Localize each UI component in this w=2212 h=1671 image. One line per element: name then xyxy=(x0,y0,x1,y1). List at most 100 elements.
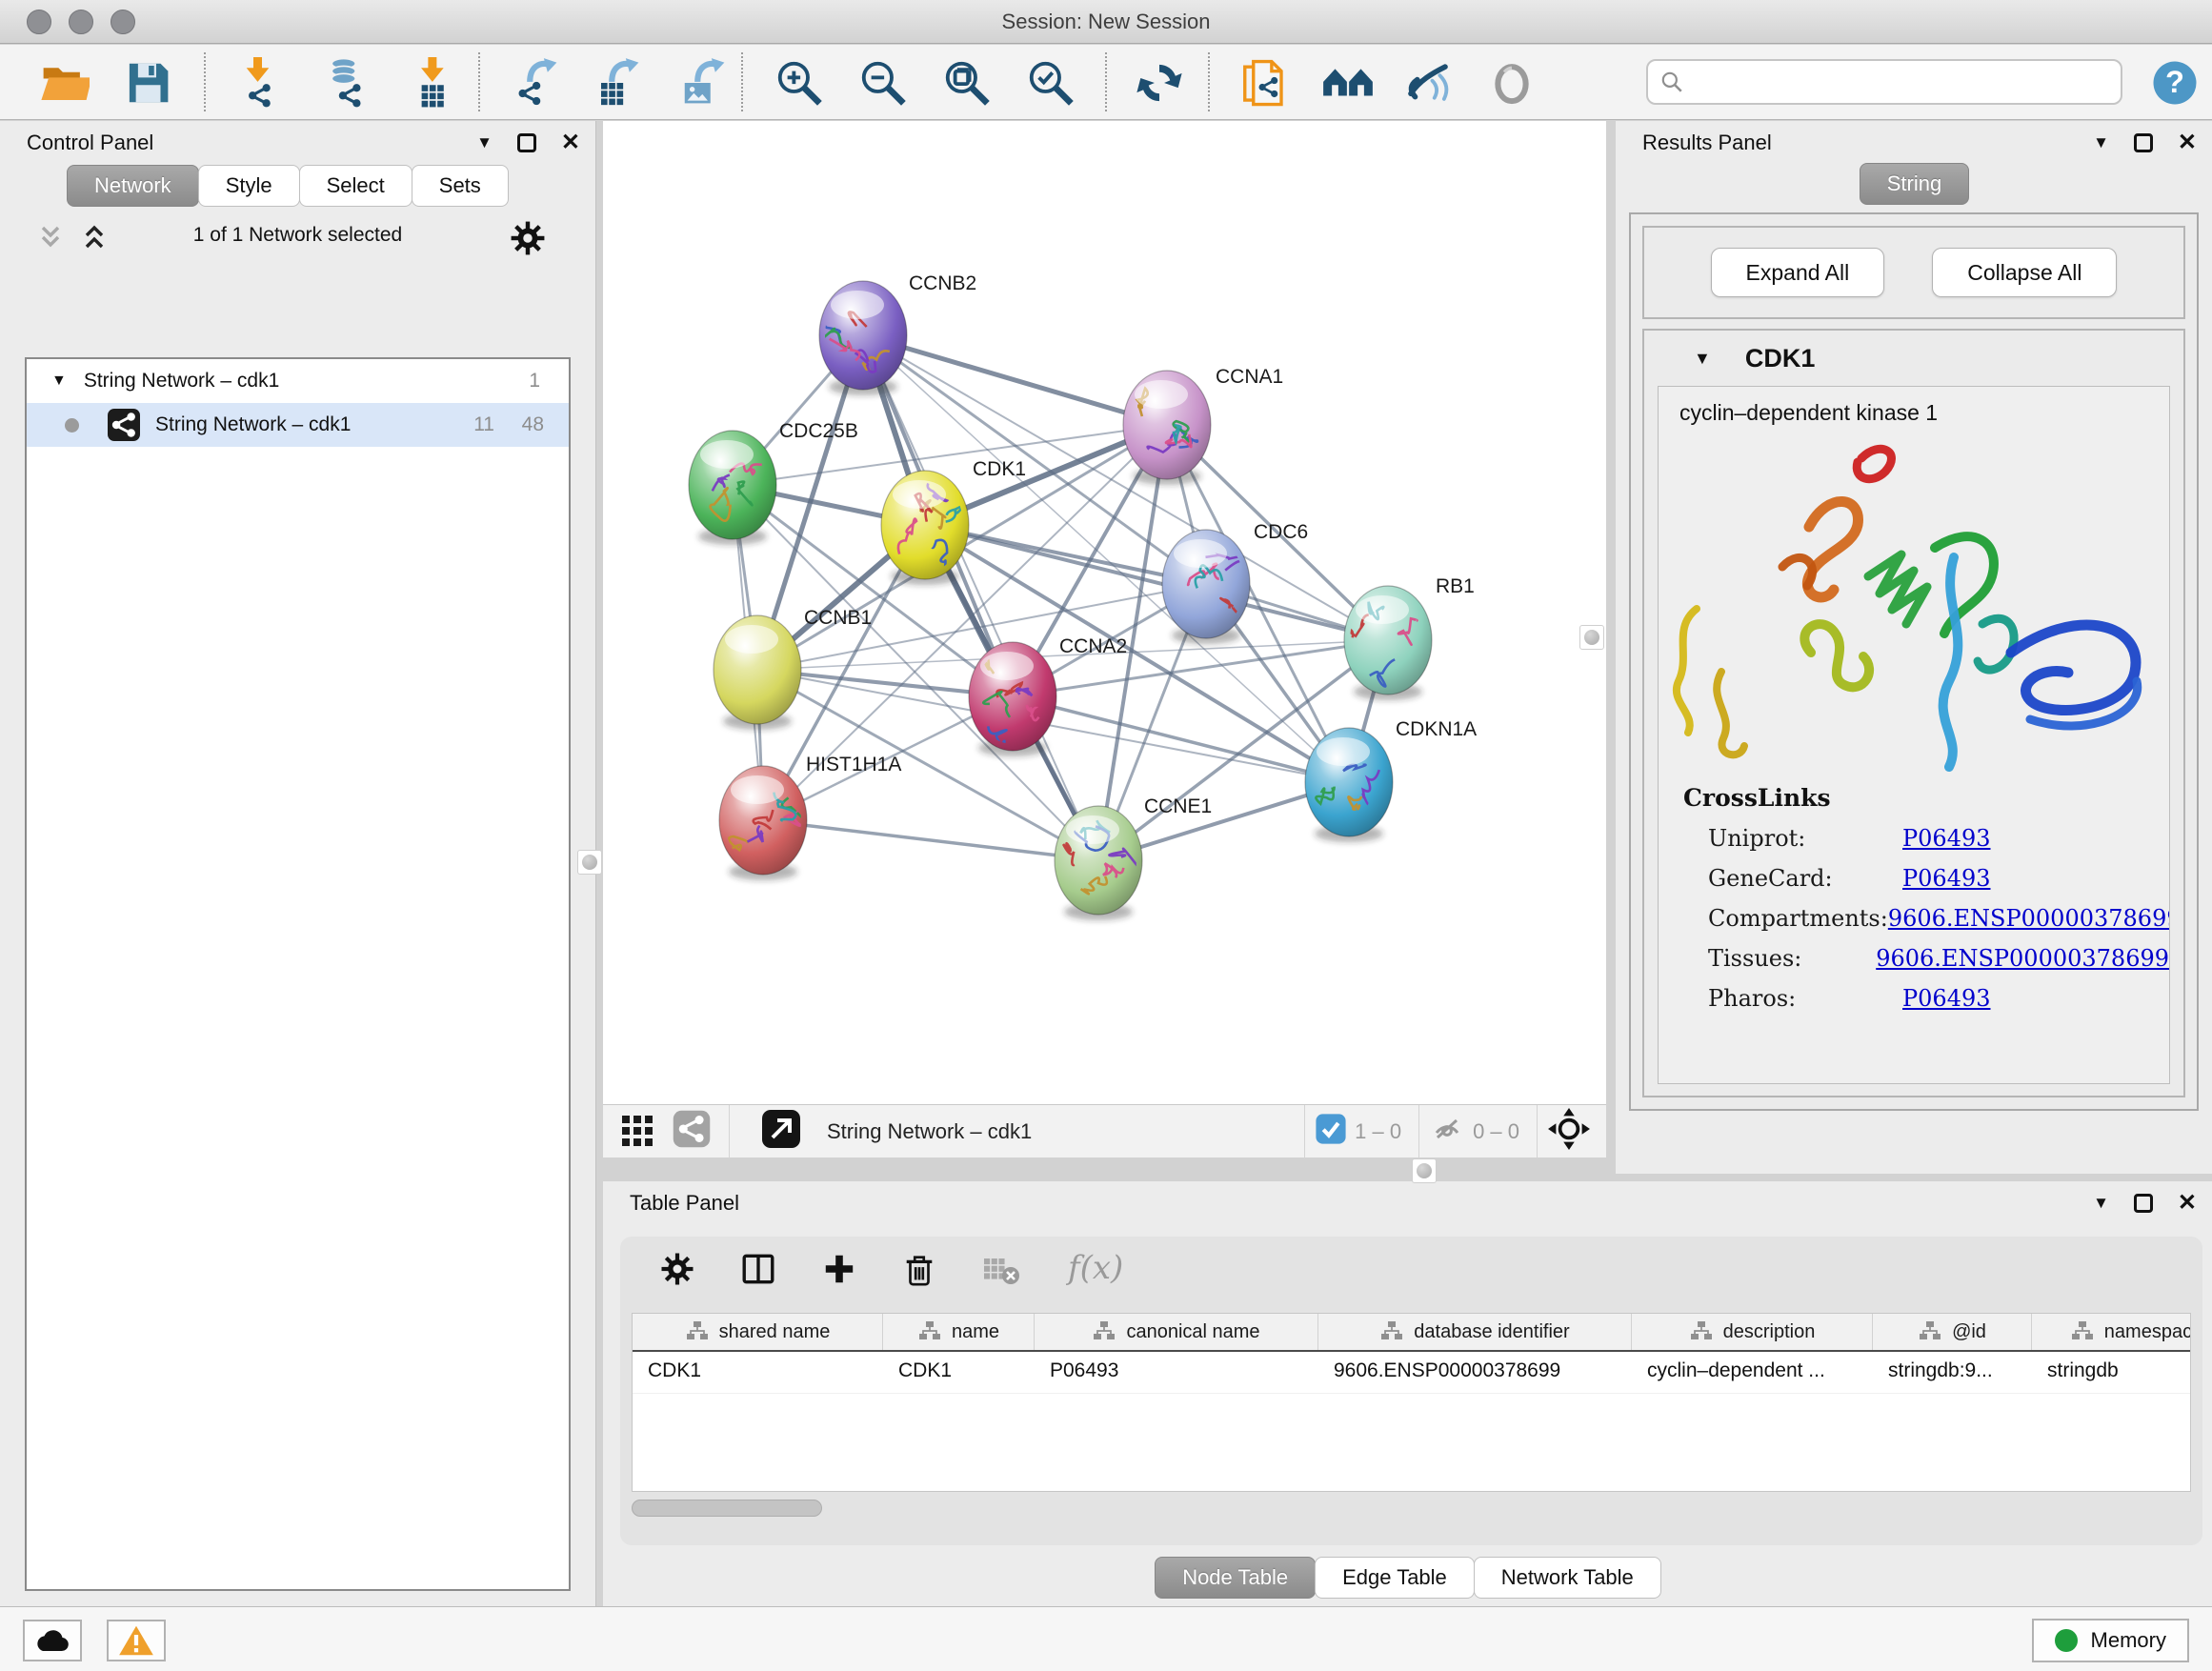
panel-menu-icon[interactable]: ▼ xyxy=(476,133,493,152)
network-collection-row[interactable]: ▼ String Network – cdk1 1 xyxy=(27,359,569,403)
tab-edge-table[interactable]: Edge Table xyxy=(1315,1557,1475,1599)
network-canvas[interactable]: CCNB2 CCNA1 CDC25B CDK1 CDC6 xyxy=(603,121,1606,1104)
right-splitter-grip[interactable] xyxy=(1579,625,1604,650)
expand-collapse-row: Expand All Collapse All xyxy=(1642,226,2185,319)
tab-node-table[interactable]: Node Table xyxy=(1155,1557,1316,1599)
bottom-splitter-grip[interactable] xyxy=(1412,1158,1437,1183)
panel-menu-icon[interactable]: ▼ xyxy=(2093,1194,2109,1213)
panel-close-icon[interactable]: ✕ xyxy=(2178,129,2197,156)
control-panel-tabs: NetworkStyleSelectSets xyxy=(67,165,595,207)
table-delete-row-icon[interactable] xyxy=(902,1251,936,1292)
node-label-CDKN1A: CDKN1A xyxy=(1396,718,1477,740)
import-table-icon[interactable] xyxy=(408,57,459,109)
warning-status-icon[interactable] xyxy=(107,1620,166,1661)
crosslink-row: GeneCard:P06493 xyxy=(1683,865,2169,892)
column-header-name[interactable]: name xyxy=(883,1314,1035,1350)
collection-label: String Network – cdk1 xyxy=(84,370,279,393)
panel-float-icon[interactable] xyxy=(2134,133,2153,152)
panel-float-icon[interactable] xyxy=(2134,1194,2153,1213)
table-cell: P06493 xyxy=(1035,1352,1318,1393)
node-table[interactable]: shared namenamecanonical namedatabase id… xyxy=(632,1313,2191,1492)
panel-close-icon[interactable]: ✕ xyxy=(2178,1189,2197,1217)
tab-style[interactable]: Style xyxy=(198,165,300,207)
string-import-icon[interactable] xyxy=(1238,57,1290,109)
toolbar-separator xyxy=(204,52,206,111)
collapse-all-button[interactable]: Collapse All xyxy=(1932,248,2117,297)
protein-section-header[interactable]: ▼ CDK1 xyxy=(1644,331,2183,386)
export-network-icon[interactable] xyxy=(511,57,562,109)
crosslink-label: Tissues: xyxy=(1683,945,1876,972)
panel-menu-icon[interactable]: ▼ xyxy=(2093,133,2109,152)
tab-string[interactable]: String xyxy=(1860,163,1969,205)
network-share-icon[interactable] xyxy=(672,1109,712,1154)
network-row-selected[interactable]: String Network – cdk1 11 48 xyxy=(27,403,569,447)
column-header-shared-name[interactable]: shared name xyxy=(633,1314,883,1350)
table-horizontal-scrollbar[interactable] xyxy=(632,1500,822,1517)
column-header-description[interactable]: description xyxy=(1632,1314,1873,1350)
birdseye-view-icon[interactable] xyxy=(760,1108,802,1155)
zoom-out-icon[interactable] xyxy=(857,57,909,109)
zoom-fit-icon[interactable] xyxy=(941,57,993,109)
tab-sets[interactable]: Sets xyxy=(412,165,509,207)
hide-panel-icon[interactable] xyxy=(1402,57,1454,109)
crosslink-link[interactable]: P06493 xyxy=(1902,825,1991,852)
column-header-database-identifier[interactable]: database identifier xyxy=(1318,1314,1632,1350)
tab-network[interactable]: Network xyxy=(67,165,199,207)
table-row[interactable]: CDK1CDK1P064939606.ENSP00000378699cyclin… xyxy=(633,1352,2190,1394)
import-database-icon[interactable] xyxy=(320,57,372,109)
export-image-icon[interactable] xyxy=(678,57,730,109)
tab-network-table[interactable]: Network Table xyxy=(1474,1557,1661,1599)
node-label-CCNB1: CCNB1 xyxy=(804,607,872,629)
node-label-CCNB2: CCNB2 xyxy=(909,272,976,294)
save-session-icon[interactable] xyxy=(122,57,173,109)
table-remove-icon[interactable] xyxy=(982,1253,1020,1290)
search-input[interactable] xyxy=(1684,63,2121,101)
zoom-in-icon[interactable] xyxy=(774,57,825,109)
network-options-gear-icon[interactable] xyxy=(510,220,546,261)
column-header-canonical-name[interactable]: canonical name xyxy=(1035,1314,1318,1350)
grid-view-icon[interactable] xyxy=(618,1110,656,1153)
cloud-status-icon[interactable] xyxy=(23,1620,82,1661)
fit-selected-crosshair-icon[interactable] xyxy=(1547,1107,1591,1156)
selected-node-edge-counts: 1 – 0 xyxy=(1355,1119,1401,1144)
refresh-icon[interactable] xyxy=(1134,57,1185,109)
table-add-icon[interactable] xyxy=(822,1252,856,1291)
crosslink-link[interactable]: 9606.ENSP00000378699 xyxy=(1876,945,2169,972)
tab-select[interactable]: Select xyxy=(299,165,412,207)
toolbar-separator xyxy=(1105,52,1107,111)
network-current-dot xyxy=(65,418,79,433)
node-label-HIST1H1A: HIST1H1A xyxy=(806,754,901,775)
help-icon[interactable]: ? xyxy=(2149,57,2201,109)
panel-float-icon[interactable] xyxy=(517,133,536,152)
table-cell: stringdb:9... xyxy=(1873,1352,2032,1393)
memory-button[interactable]: Memory xyxy=(2032,1619,2189,1662)
open-session-icon[interactable] xyxy=(38,57,90,109)
table-cell: CDK1 xyxy=(633,1352,883,1393)
selected-checkbox-icon[interactable] xyxy=(1315,1113,1347,1150)
left-splitter-grip[interactable] xyxy=(577,850,602,875)
panel-close-icon[interactable]: ✕ xyxy=(561,129,580,156)
import-network-icon[interactable] xyxy=(236,57,288,109)
table-function-icon[interactable]: f(x) xyxy=(1066,1250,1133,1293)
table-columns-icon[interactable] xyxy=(740,1251,776,1292)
column-header-namespace[interactable]: namespace xyxy=(2032,1314,2191,1350)
expand-all-button[interactable]: Expand All xyxy=(1711,248,1885,297)
crosslink-link[interactable]: P06493 xyxy=(1902,865,1991,892)
hidden-eye-icon[interactable] xyxy=(1429,1111,1465,1152)
title-bar: Session: New Session xyxy=(0,0,2212,44)
section-expander-icon[interactable]: ▼ xyxy=(1694,349,1711,369)
search-box[interactable] xyxy=(1646,59,2122,105)
zoom-selected-icon[interactable] xyxy=(1025,57,1076,109)
home-icon[interactable] xyxy=(1322,57,1374,109)
network-view-title: String Network – cdk1 xyxy=(827,1119,1295,1144)
crosslink-label: GeneCard: xyxy=(1683,865,1902,892)
export-table-icon[interactable] xyxy=(593,57,644,109)
column-header-id[interactable]: @id xyxy=(1873,1314,2032,1350)
crosslink-link[interactable]: 9606.ENSP00000378699 xyxy=(1888,905,2170,932)
table-gear-icon[interactable] xyxy=(660,1252,694,1291)
collection-expander-icon[interactable]: ▼ xyxy=(51,372,67,390)
network-node-count: 11 xyxy=(473,413,494,436)
show-eye-icon[interactable] xyxy=(1486,57,1538,109)
node-label-CDK1: CDK1 xyxy=(973,458,1026,480)
crosslink-link[interactable]: P06493 xyxy=(1902,985,1991,1012)
